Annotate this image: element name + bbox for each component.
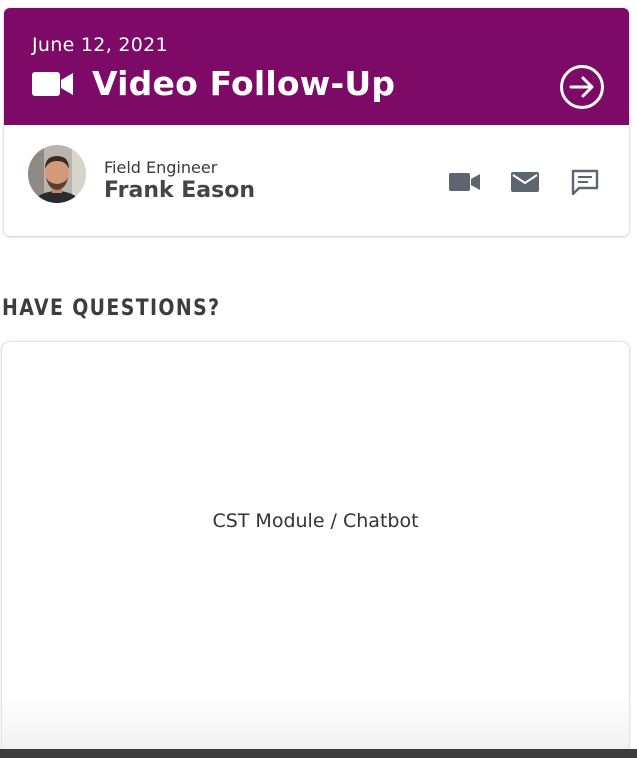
appointment-title-row: Video Follow-Up xyxy=(32,64,395,103)
appointment-date: June 12, 2021 xyxy=(32,34,168,56)
video-camera-icon xyxy=(449,173,480,191)
appointment-title: Video Follow-Up xyxy=(92,64,396,103)
message-button[interactable] xyxy=(569,169,601,195)
arrow-right-circle-icon[interactable] xyxy=(559,64,605,110)
chatbot-module[interactable]: CST Module / Chatbot xyxy=(2,342,629,758)
contact-actions xyxy=(421,169,601,195)
avatar-photo xyxy=(28,145,86,203)
contact-row: Field Engineer Frank Eason xyxy=(4,125,629,236)
appointment-card: June 12, 2021 Video Follow-Up Field Engi… xyxy=(4,8,629,236)
video-call-button[interactable] xyxy=(449,169,481,195)
video-camera-icon xyxy=(32,71,73,96)
page: June 12, 2021 Video Follow-Up Field Engi… xyxy=(0,0,637,758)
chat-bubble-icon xyxy=(571,169,599,195)
appointment-header: June 12, 2021 Video Follow-Up xyxy=(4,8,629,125)
contact-role: Field Engineer xyxy=(104,158,218,177)
questions-heading: HAVE QUESTIONS? xyxy=(2,296,221,321)
chatbot-placeholder-label: CST Module / Chatbot xyxy=(212,510,419,532)
avatar xyxy=(28,145,86,203)
email-button[interactable] xyxy=(509,169,541,195)
bottom-edge xyxy=(0,749,637,758)
contact-name: Frank Eason xyxy=(104,178,256,203)
envelope-icon xyxy=(511,172,539,192)
